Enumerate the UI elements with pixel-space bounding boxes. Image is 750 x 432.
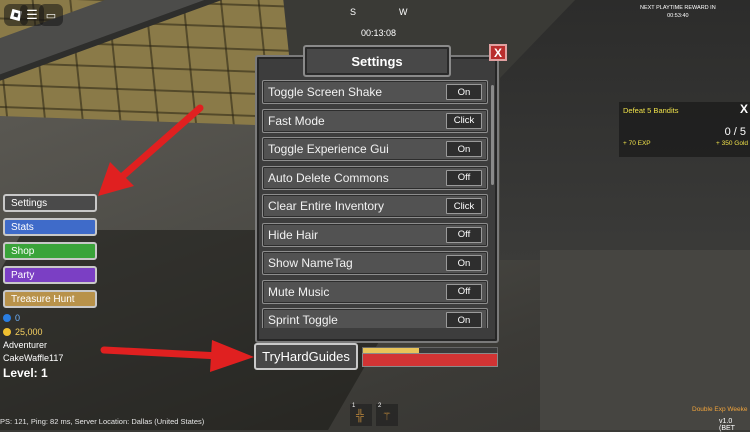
hotbar-slot-number: 2 (378, 403, 382, 409)
setting-toggle-button[interactable]: On (446, 84, 482, 100)
gold-count: 25,000 (15, 327, 43, 337)
menu-stats-button[interactable]: Stats (3, 218, 97, 236)
hotbar-slot-2[interactable]: 2 ⚚ (376, 403, 398, 426)
settings-title: Settings (303, 45, 451, 77)
gems-count: 0 (15, 313, 21, 323)
setting-fast-mode: Fast Mode Click (262, 108, 488, 133)
setting-click-button[interactable]: Click (446, 112, 482, 129)
building-base (540, 250, 750, 430)
player-level: Level: 1 (3, 366, 48, 380)
setting-label: Auto Delete Commons (268, 170, 389, 185)
setting-toggle-button[interactable]: On (446, 312, 482, 328)
health-bar (362, 353, 498, 367)
setting-toggle-button[interactable]: Off (446, 226, 482, 243)
setting-toggle-button[interactable]: On (446, 141, 482, 157)
setting-label: Fast Mode (268, 113, 325, 128)
playtime-reward: NEXT PLAYTIME REWARD IN 00:53:40 (640, 4, 716, 20)
setting-toggle-experience-gui: Toggle Experience Gui On (262, 137, 488, 161)
setting-label: Clear Entire Inventory (268, 199, 385, 213)
network-status: PS: 121, Ping: 82 ms, Server Location: D… (0, 417, 205, 426)
gem-icon (3, 314, 11, 322)
settings-scrollbar[interactable] (491, 85, 494, 185)
quest-progress: 0 / 5 (724, 126, 746, 138)
watermark-label: TryHardGuides (254, 343, 358, 370)
quest-close-button[interactable]: X (740, 102, 748, 116)
settings-list[interactable]: Toggle Screen Shake On Fast Mode Click T… (262, 80, 488, 328)
setting-mute-music: Mute Music Off (262, 279, 488, 304)
red-arrow-icon (98, 104, 204, 196)
setting-auto-delete-commons: Auto Delete Commons Off (262, 165, 488, 190)
chat-button[interactable]: ▭ (39, 4, 63, 26)
setting-clear-entire-inventory: Clear Entire Inventory Click (262, 194, 488, 218)
menu-party-button[interactable]: Party (3, 266, 97, 284)
setting-toggle-screen-shake: Toggle Screen Shake On (262, 80, 488, 104)
player-name: CakeWaffle117 (3, 353, 64, 363)
setting-label: Sprint Toggle (268, 313, 338, 327)
setting-label: Hide Hair (268, 227, 319, 242)
gold-coin-icon (3, 328, 11, 336)
broom-icon: ⚚ (382, 411, 392, 423)
menu-settings-button[interactable]: Settings (3, 194, 97, 212)
torch-icon: ╬ (356, 410, 364, 422)
menu-treasure-hunt-button[interactable]: Treasure Hunt (3, 290, 97, 308)
setting-hide-hair: Hide Hair Off (262, 222, 488, 247)
hotbar-slot-1[interactable]: 1 ╬ (350, 403, 372, 426)
setting-label: Toggle Screen Shake (268, 85, 383, 99)
setting-toggle-button[interactable]: Off (446, 283, 482, 300)
hotbar-slot-number: 1 (352, 403, 356, 409)
red-arrow-icon (100, 340, 254, 372)
setting-label: Toggle Experience Gui (268, 142, 389, 156)
quest-tracker: Defeat 5 Bandits X 0 / 5 + 70 EXP + 350 … (619, 102, 750, 157)
gems-display: 0 (3, 313, 20, 323)
playtime-reward-time: 00:53:40 (667, 13, 689, 19)
quest-gold-reward: + 350 Gold (716, 140, 748, 147)
hamburger-icon: ☰ (26, 7, 38, 22)
chat-icon: ▭ (45, 9, 57, 22)
quest-title: Defeat 5 Bandits (623, 106, 679, 115)
compass-west: W (399, 7, 408, 17)
menu-shop-button[interactable]: Shop (3, 242, 97, 260)
game-timer: 00:13:08 (361, 28, 397, 38)
setting-click-button[interactable]: Click (446, 198, 482, 214)
gold-display: 25,000 (3, 327, 43, 337)
setting-label: Show NameTag (268, 256, 353, 270)
setting-label: Mute Music (268, 284, 330, 299)
setting-show-nametag: Show NameTag On (262, 251, 488, 275)
close-settings-button[interactable]: X (489, 44, 507, 61)
player-bars (362, 347, 498, 367)
double-exp-banner: Double Exp Weeke (692, 406, 748, 413)
player-class: Adventurer (3, 340, 48, 350)
health-bar-fill (363, 354, 497, 366)
setting-toggle-button[interactable]: Off (446, 169, 482, 186)
compass-south: S (350, 7, 357, 17)
quest-exp-reward: + 70 EXP (623, 140, 651, 147)
playtime-reward-label: NEXT PLAYTIME REWARD IN (640, 5, 716, 11)
setting-toggle-button[interactable]: On (446, 255, 482, 271)
setting-sprint-toggle: Sprint Toggle On (262, 308, 488, 328)
